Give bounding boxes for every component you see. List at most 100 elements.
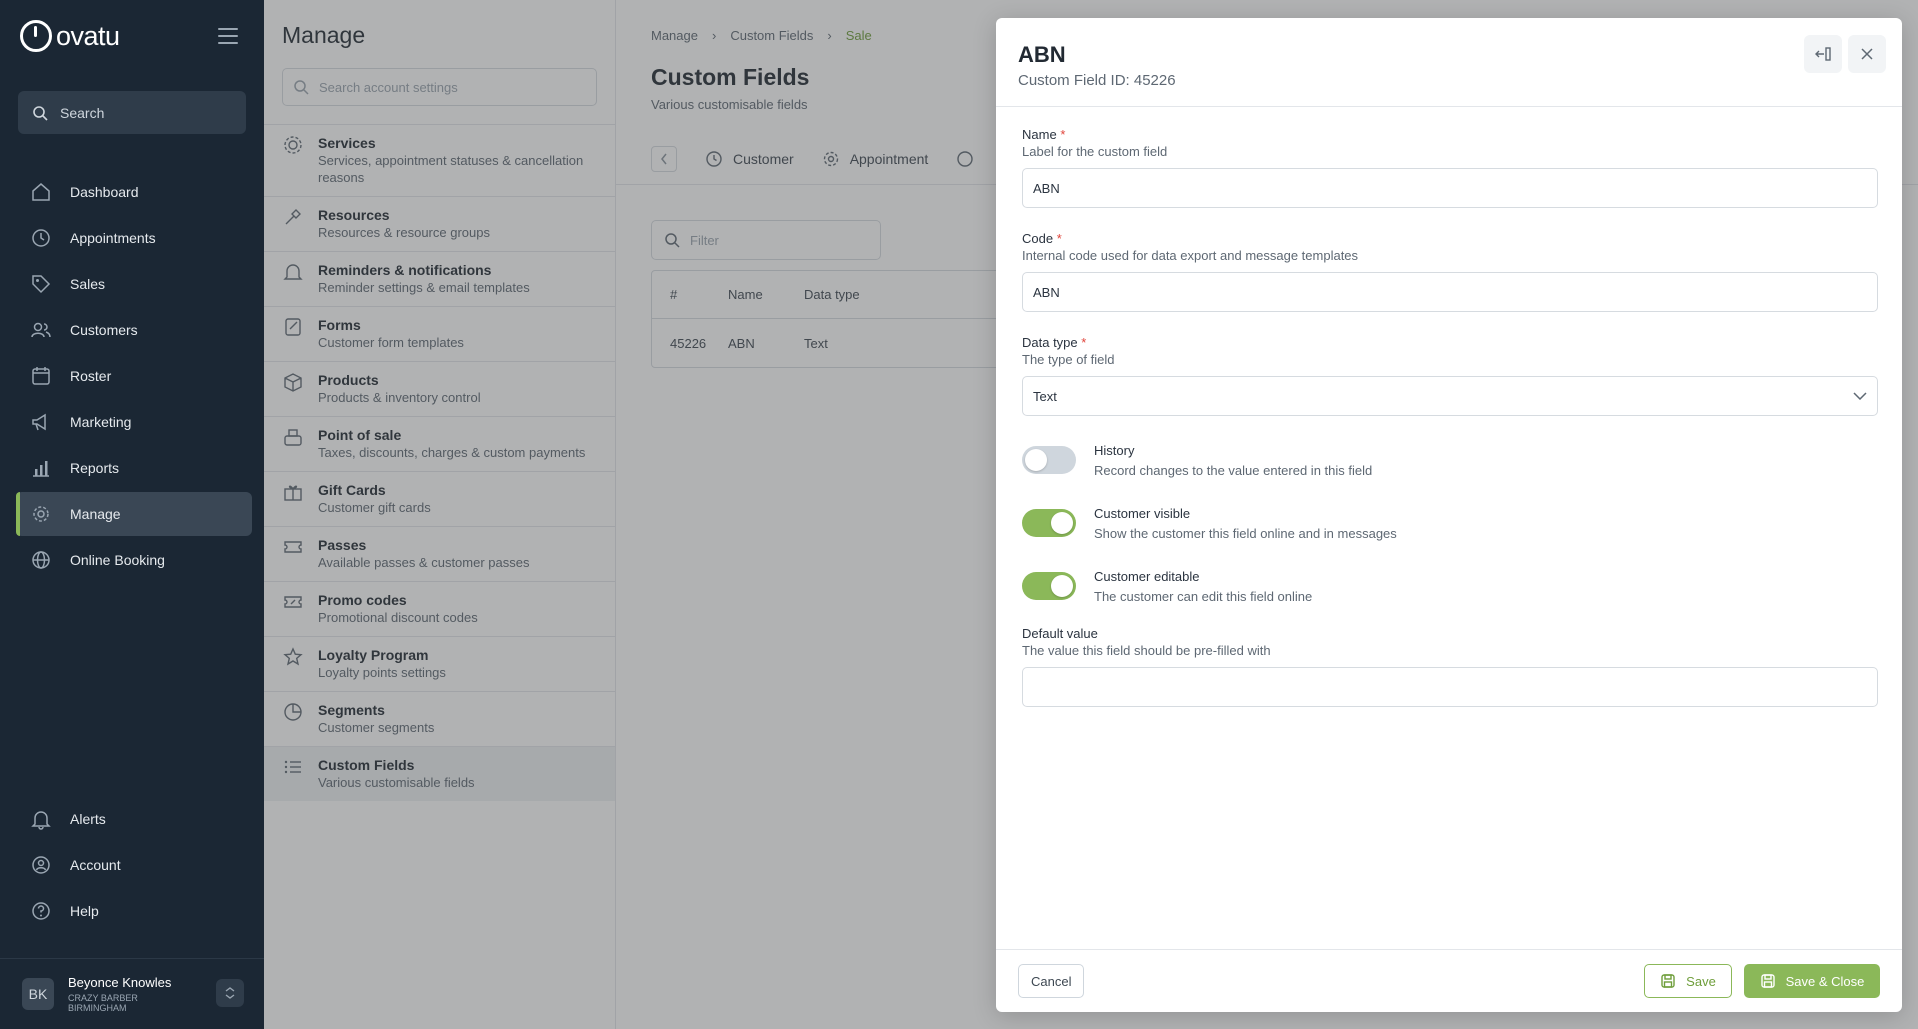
save-button-label: Save	[1686, 973, 1716, 989]
sidebar-search-label: Search	[60, 104, 105, 121]
sidebar-item-online-booking[interactable]: Online Booking	[16, 538, 252, 582]
name-field: Name * Label for the custom field	[1022, 126, 1878, 208]
chevron-down-icon	[1853, 392, 1867, 400]
menu-toggle-icon[interactable]	[218, 28, 238, 44]
sidebar-item-reports[interactable]: Reports	[16, 446, 252, 490]
sidebar-item-marketing[interactable]: Marketing	[16, 400, 252, 444]
customer-editable-toggle[interactable]	[1022, 572, 1076, 600]
tag-icon	[32, 275, 51, 294]
customer-editable-toggle-row: Customer editable The customer can edit …	[1022, 568, 1878, 605]
name-input[interactable]	[1022, 168, 1878, 208]
chevron-up-down-icon	[225, 987, 235, 999]
name-help: Label for the custom field	[1022, 144, 1168, 159]
history-title: History	[1094, 443, 1135, 458]
sidebar-item-label: Sales	[70, 276, 106, 292]
sidebar-item-label: Marketing	[70, 414, 132, 430]
home-icon	[32, 183, 50, 201]
calendar-icon	[32, 367, 50, 385]
user-name: Beyonce Knowles	[68, 975, 172, 990]
brand-name: ovatu	[56, 20, 120, 51]
drawer-subtitle: Custom Field ID: 45226	[1018, 72, 1176, 89]
customer-visible-toggle[interactable]	[1022, 509, 1076, 537]
required-mark: *	[1060, 127, 1066, 142]
gear-icon	[33, 506, 49, 522]
sidebar-item-account[interactable]: Account	[16, 843, 252, 887]
main-sidebar: ovatu Search Dashboard Appointments Sale…	[0, 0, 264, 1029]
sidebar-item-label: Reports	[70, 460, 120, 476]
close-drawer-button[interactable]	[1848, 35, 1886, 73]
sidebar-item-manage[interactable]: Manage	[16, 492, 252, 536]
history-toggle[interactable]	[1022, 446, 1076, 474]
globe-icon	[32, 551, 50, 569]
customer-visible-toggle-row: Customer visible Show the customer this …	[1022, 505, 1878, 542]
data-type-value: Text	[1033, 388, 1057, 404]
user-meta: Beyonce Knowles CRAZY BARBER BIRMINGHAM	[68, 975, 171, 1013]
sidebar-nav: Dashboard Appointments Sales Customers R…	[16, 170, 252, 584]
collapse-drawer-button[interactable]	[1804, 35, 1842, 73]
sidebar-item-label: Manage	[70, 506, 121, 522]
customer-editable-title: Customer editable	[1094, 569, 1200, 584]
sidebar-item-alerts[interactable]: Alerts	[16, 797, 252, 841]
ovatu-logo-icon	[20, 20, 52, 52]
business-name-line2: BIRMINGHAM	[68, 1003, 127, 1013]
sidebar-item-label: Dashboard	[70, 184, 139, 200]
sidebar-item-label: Customers	[70, 322, 138, 338]
users-icon	[31, 322, 51, 338]
sidebar-item-help[interactable]: Help	[16, 889, 252, 933]
history-toggle-row: History Record changes to the value ente…	[1022, 442, 1878, 479]
sidebar-item-customers[interactable]: Customers	[16, 308, 252, 352]
drawer-body: Name * Label for the custom field Code *…	[1022, 126, 1878, 729]
sidebar-bottom-nav: Alerts Account Help	[16, 797, 252, 935]
history-description: Record changes to the value entered in t…	[1094, 463, 1373, 478]
drawer-header: ABN Custom Field ID: 45226	[996, 18, 1902, 107]
code-input[interactable]	[1022, 272, 1878, 312]
save-and-close-label: Save & Close	[1785, 973, 1865, 989]
sidebar-item-roster[interactable]: Roster	[16, 354, 252, 398]
avatar: BK	[22, 978, 54, 1010]
drawer-footer: Cancel Save Save & Close	[996, 949, 1902, 1012]
code-label: Code *	[1022, 231, 1062, 246]
brand-logo[interactable]: ovatu	[20, 20, 120, 52]
data-type-select[interactable]: Text	[1022, 376, 1878, 416]
business-name-line1: CRAZY BARBER	[68, 993, 138, 1003]
code-help: Internal code used for data export and m…	[1022, 248, 1359, 263]
sidebar-item-label: Help	[70, 903, 99, 919]
sidebar-search[interactable]: Search	[18, 91, 246, 134]
default-value-help: The value this field should be pre-fille…	[1022, 643, 1271, 658]
chart-icon	[33, 461, 49, 477]
account-icon	[32, 856, 50, 874]
drawer-title: ABN	[1018, 42, 1066, 67]
customer-editable-description: The customer can edit this field online	[1094, 589, 1313, 604]
save-icon	[1661, 974, 1675, 988]
save-and-close-button[interactable]: Save & Close	[1744, 964, 1880, 998]
sidebar-item-dashboard[interactable]: Dashboard	[16, 170, 252, 214]
sidebar-item-appointments[interactable]: Appointments	[16, 216, 252, 260]
user-profile[interactable]: BK Beyonce Knowles CRAZY BARBER BIRMINGH…	[0, 958, 264, 1029]
save-button[interactable]: Save	[1644, 964, 1732, 998]
collapse-panel-icon	[1815, 47, 1831, 61]
cancel-button[interactable]: Cancel	[1018, 964, 1085, 998]
data-type-field: Data type * The type of field Text	[1022, 334, 1878, 416]
data-type-label: Data type *	[1022, 335, 1087, 350]
code-field: Code * Internal code used for data expor…	[1022, 230, 1878, 312]
clock-icon	[32, 229, 50, 247]
default-value-field: Default value The value this field shoul…	[1022, 625, 1878, 707]
close-icon	[1861, 48, 1873, 60]
required-mark: *	[1056, 231, 1062, 246]
megaphone-icon	[32, 413, 46, 431]
sidebar-item-sales[interactable]: Sales	[16, 262, 252, 306]
sidebar-item-label: Appointments	[70, 230, 156, 246]
customer-visible-title: Customer visible	[1094, 506, 1191, 521]
required-mark: *	[1081, 335, 1087, 350]
sidebar-item-label: Account	[70, 857, 121, 873]
search-icon	[33, 105, 48, 121]
sidebar-item-label: Online Booking	[70, 552, 165, 568]
default-value-label: Default value	[1022, 626, 1098, 641]
sidebar-item-label: Roster	[70, 368, 112, 384]
edit-custom-field-drawer: ABN Custom Field ID: 45226 Name * Label …	[996, 18, 1902, 1012]
default-value-input[interactable]	[1022, 667, 1878, 707]
save-icon	[1760, 974, 1775, 988]
name-label: Name *	[1022, 127, 1066, 142]
user-switcher-button[interactable]	[216, 979, 244, 1007]
data-type-help: The type of field	[1022, 352, 1115, 367]
